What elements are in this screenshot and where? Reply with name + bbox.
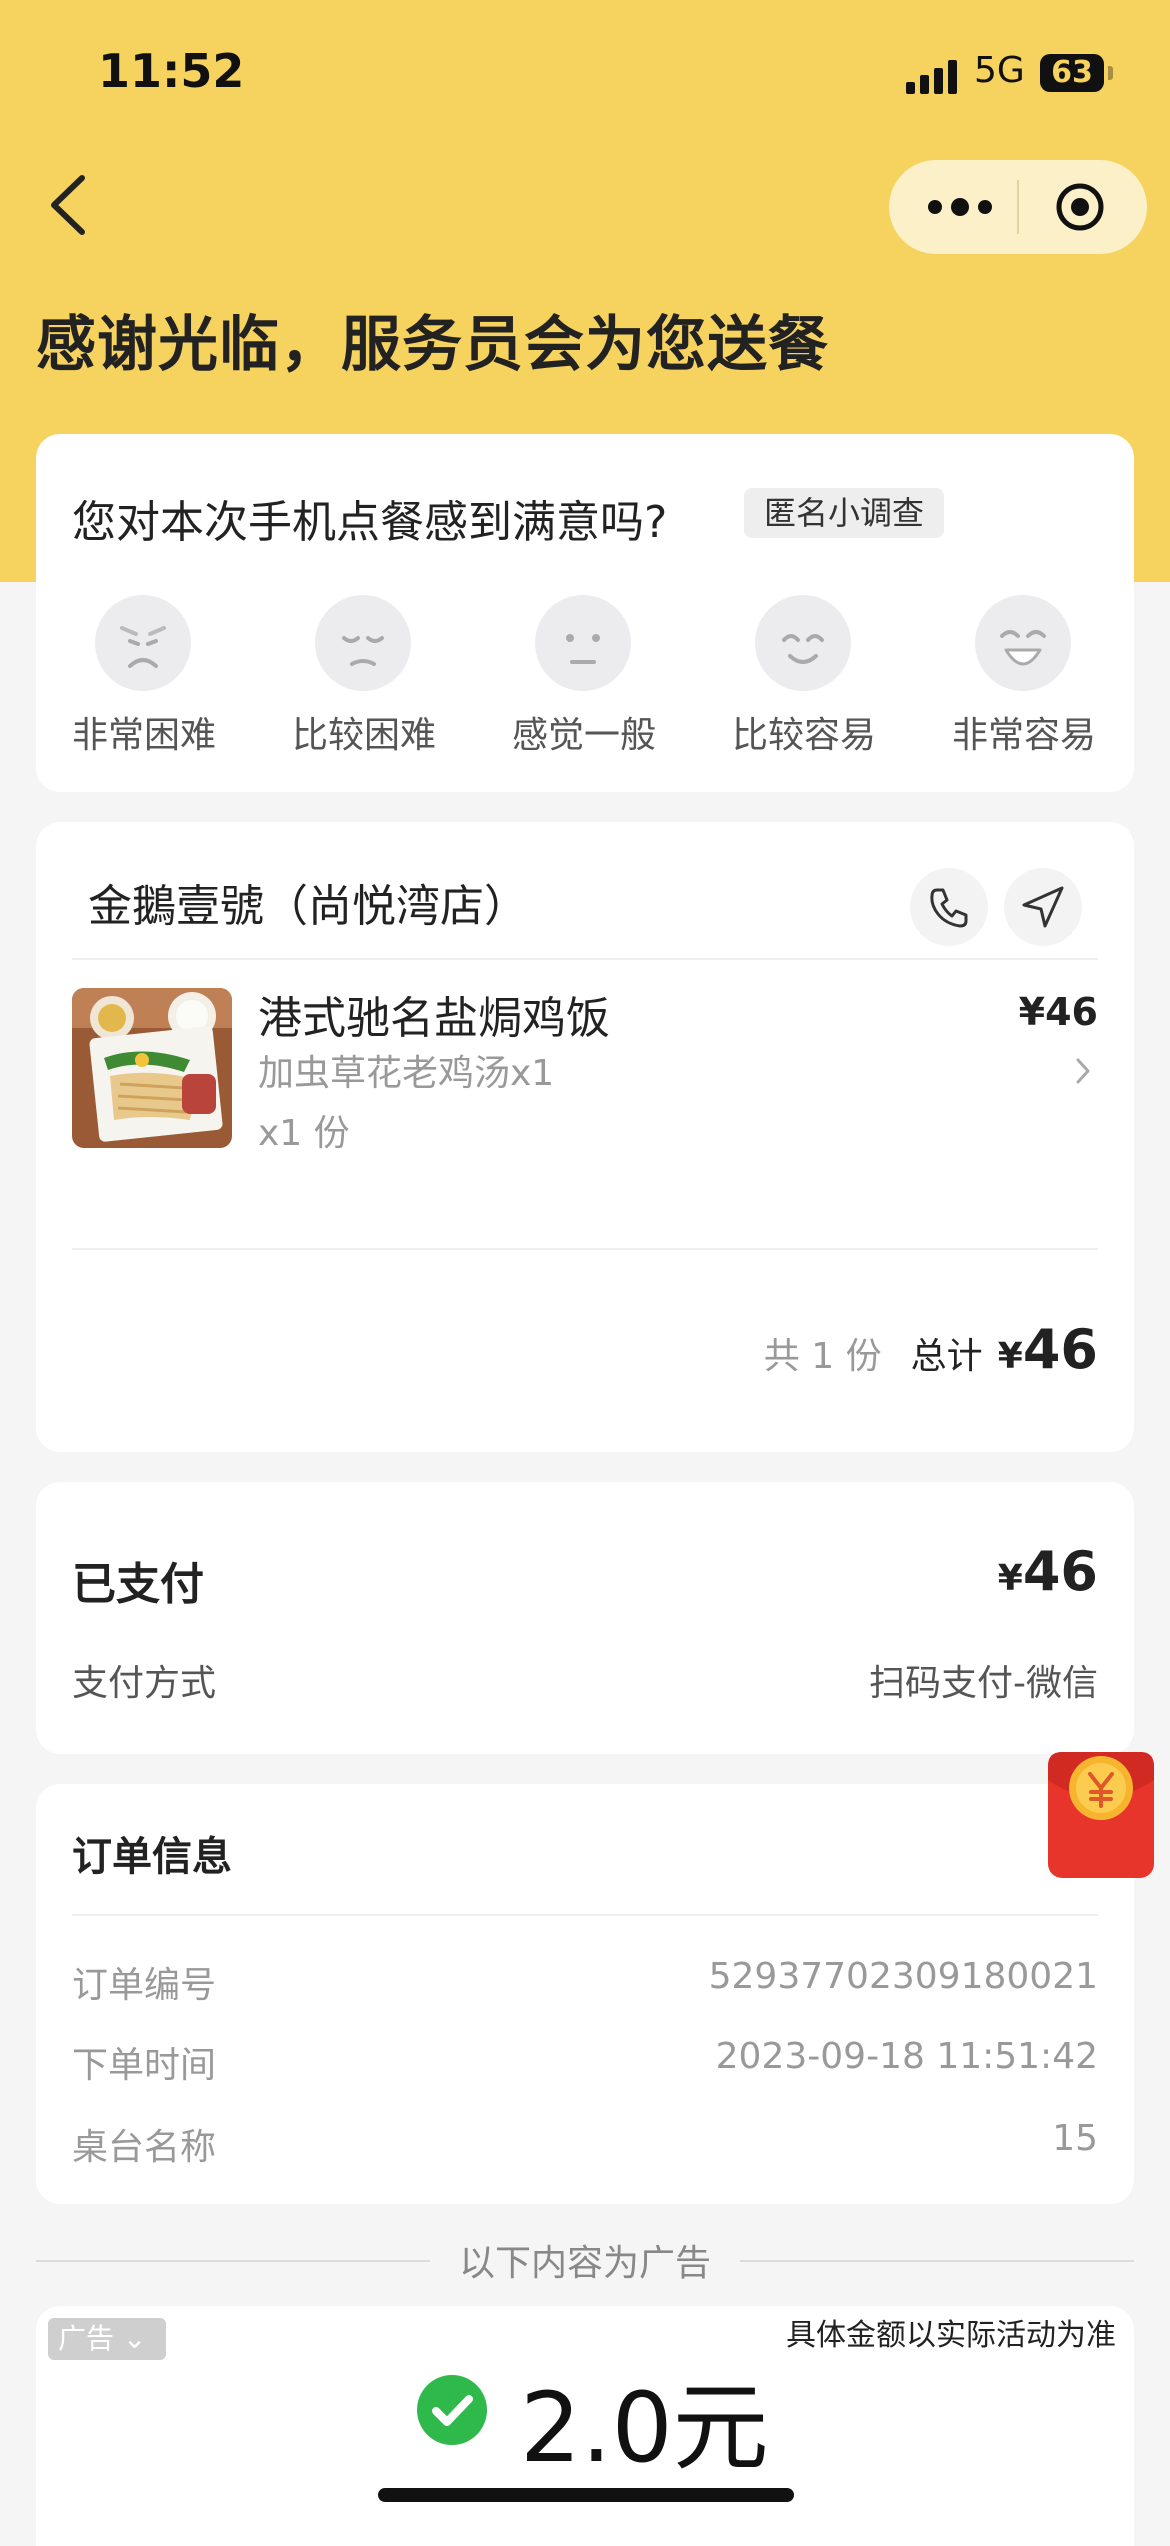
target-icon[interactable]: [1055, 182, 1105, 232]
survey-options: 非常困难 比较困难 感觉一般 比较容易 非常容易: [36, 594, 1134, 756]
item-count: 共 1 份: [763, 1336, 882, 1377]
survey-question: 您对本次手机点餐感到满意吗?: [72, 497, 668, 548]
survey-option-hard[interactable]: 比较困难: [264, 594, 464, 756]
neutral-face-icon: [535, 595, 631, 691]
call-button[interactable]: [910, 868, 988, 946]
dish-image[interactable]: [72, 988, 232, 1148]
navigate-button[interactable]: [1004, 868, 1082, 946]
order-total: 共 1 份 总计 ¥46: [764, 1318, 1098, 1388]
payment-method-label: 支付方式: [72, 1663, 217, 1704]
order-card: 金鵝壹號（尚悦湾店） 港式驰名盐焗鸡饭 加虫草花老鸡汤x1 x1 份 ¥46 共…: [36, 822, 1134, 1452]
status-time: 11:52: [98, 44, 245, 98]
ad-amount: 2.0元: [520, 2372, 769, 2484]
store-name[interactable]: 金鵝壹號（尚悦湾店）: [88, 870, 528, 934]
phone-icon: [930, 888, 968, 928]
divider: [72, 1914, 1098, 1916]
table-name-label: 桌台名称: [72, 2127, 217, 2168]
signal-icon: [906, 58, 958, 94]
red-packet-icon[interactable]: [1046, 1746, 1156, 1880]
survey-option-very-hard[interactable]: 非常困难: [44, 594, 244, 756]
ad-note: 具体金额以实际活动为准: [786, 2318, 1116, 2353]
order-time-label: 下单时间: [72, 2045, 217, 2086]
payment-card: 已支付 ¥46 支付方式 扫码支付-微信: [36, 1482, 1134, 1754]
chevron-right-icon[interactable]: [1074, 1054, 1092, 1088]
order-number-label: 订单编号: [72, 1965, 217, 2006]
ad-card[interactable]: 广告 ⌄ 具体金额以实际活动为准 2.0元: [36, 2306, 1134, 2546]
network-type: 5G: [974, 50, 1025, 91]
ad-tag[interactable]: 广告 ⌄: [48, 2318, 166, 2360]
sad-face-icon: [315, 595, 411, 691]
divider: [72, 958, 1098, 960]
check-circle-icon: [417, 2375, 487, 2445]
dish-price: ¥46: [1018, 990, 1098, 1034]
paid-amount: ¥46: [997, 1540, 1098, 1603]
capsule-divider: [1017, 180, 1019, 234]
home-indicator: [378, 2488, 794, 2502]
order-info-title: 订单信息: [72, 1834, 232, 1880]
total-amount: ¥46: [997, 1318, 1098, 1381]
dish-name: 港式驰名盐焗鸡饭: [258, 993, 610, 1044]
survey-option-very-easy[interactable]: 非常容易: [924, 594, 1124, 756]
laugh-face-icon: [975, 595, 1071, 691]
battery-icon: 63: [1040, 54, 1104, 92]
dish-quantity: x1 份: [258, 1113, 350, 1154]
more-dots-icon[interactable]: [925, 188, 995, 226]
page-title: 感谢光临，服务员会为您送餐: [36, 310, 829, 380]
table-name-value: 15: [1052, 2118, 1098, 2159]
survey-option-normal[interactable]: 感觉一般: [484, 594, 684, 756]
ad-divider-line-right: [740, 2260, 1134, 2262]
survey-card: 您对本次手机点餐感到满意吗? 匿名小调查 非常困难 比较困难 感觉一般 比较容易…: [36, 434, 1134, 792]
smile-face-icon: [755, 595, 851, 691]
battery-cap: [1108, 66, 1113, 80]
mini-program-capsule: [889, 160, 1147, 254]
chevron-down-icon: ⌄: [122, 2322, 147, 2355]
divider: [72, 1248, 1098, 1250]
paid-label: 已支付: [72, 1559, 204, 1610]
payment-method-value: 扫码支付-微信: [869, 1663, 1098, 1704]
survey-tag: 匿名小调查: [744, 488, 945, 538]
order-info-card: 订单信息 订单编号 52937702309180021 下单时间 2023-09…: [36, 1784, 1134, 2204]
dish-option: 加虫草花老鸡汤x1: [258, 1053, 555, 1094]
order-number-value[interactable]: 52937702309180021: [709, 1956, 1098, 1997]
frown-face-icon: [95, 595, 191, 691]
status-bar: 11:52 5G 63: [0, 0, 1170, 150]
order-time-value: 2023-09-18 11:51:42: [715, 2036, 1098, 2077]
survey-option-easy[interactable]: 比较容易: [704, 594, 904, 756]
chevron-left-icon[interactable]: [44, 170, 94, 240]
navigation-icon: [1022, 886, 1064, 928]
total-label: 总计: [910, 1336, 983, 1377]
